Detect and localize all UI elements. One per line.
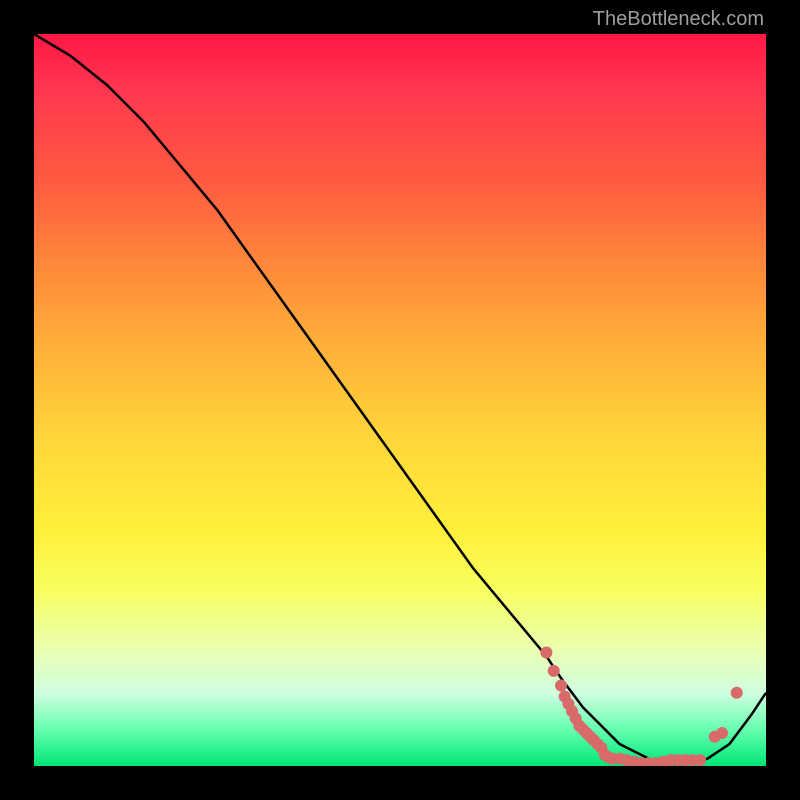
scatter-point xyxy=(548,665,560,677)
chart-svg xyxy=(34,34,766,766)
scatter-point xyxy=(731,687,743,699)
curve-line xyxy=(34,34,766,765)
plot-area xyxy=(34,34,766,766)
scatter-point xyxy=(555,679,567,691)
scatter-point xyxy=(716,727,728,739)
scatter-group xyxy=(540,647,742,766)
attribution-label: TheBottleneck.com xyxy=(593,8,764,31)
scatter-point xyxy=(540,647,552,659)
scatter-point xyxy=(694,754,706,766)
